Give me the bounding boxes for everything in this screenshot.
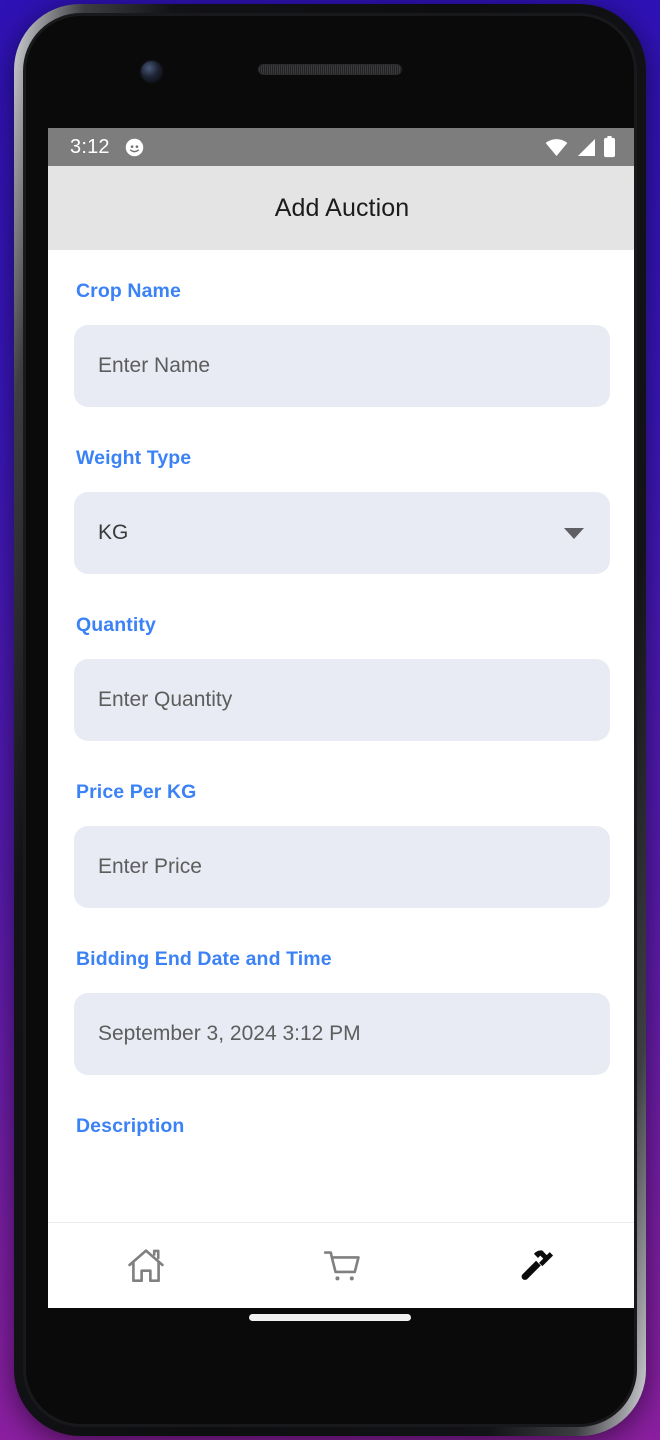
quantity-placeholder: Enter Quantity [98, 688, 233, 711]
price-input[interactable]: Enter Price [74, 826, 610, 908]
cat-face-icon [124, 137, 145, 158]
field-label-quantity: Quantity [76, 614, 156, 636]
nav-item-cart[interactable] [244, 1223, 440, 1308]
quantity-input[interactable]: Enter Quantity [74, 659, 610, 741]
weight-type-value: KG [98, 521, 129, 544]
app-screen: 3:12 Add Auction Crop Name Enter Name We… [48, 128, 634, 1308]
field-label-weight-type: Weight Type [76, 447, 192, 469]
wifi-icon [545, 138, 568, 157]
field-label-crop-name: Crop Name [76, 280, 181, 302]
auction-form: Crop Name Enter Name Weight Type KG Quan… [48, 250, 634, 1222]
nav-item-auction[interactable] [440, 1223, 634, 1308]
earpiece-speaker [258, 64, 402, 75]
front-camera-icon [141, 61, 162, 82]
phone-bezel: 3:12 Add Auction Crop Name Enter Name We… [23, 13, 637, 1427]
status-bar-left: 3:12 [70, 136, 145, 159]
chevron-down-icon[interactable] [564, 527, 584, 539]
battery-full-icon [603, 136, 616, 158]
crop-name-placeholder: Enter Name [98, 354, 211, 377]
bidding-end-datetime-value: September 3, 2024 3:12 PM [98, 1022, 361, 1045]
price-placeholder: Enter Price [98, 855, 202, 878]
field-label-description: Description [76, 1115, 185, 1137]
field-description: Description [74, 1115, 610, 1138]
shopping-cart-icon [321, 1245, 363, 1287]
home-icon [125, 1245, 167, 1287]
field-quantity: Quantity Enter Quantity [74, 614, 610, 741]
app-bar: Add Auction [48, 166, 634, 250]
crop-name-input[interactable]: Enter Name [74, 325, 610, 407]
field-price-per-kg: Price Per KG Enter Price [74, 781, 610, 908]
status-bar: 3:12 [48, 128, 634, 166]
home-indicator [249, 1314, 411, 1321]
field-bidding-end-datetime: Bidding End Date and Time September 3, 2… [74, 948, 610, 1075]
bidding-end-datetime-picker[interactable]: September 3, 2024 3:12 PM [74, 993, 610, 1075]
hammer-icon [517, 1245, 559, 1287]
field-weight-type: Weight Type KG [74, 447, 610, 574]
page-title: Add Auction [274, 193, 410, 222]
field-crop-name: Crop Name Enter Name [74, 280, 610, 407]
nav-item-home[interactable] [48, 1223, 244, 1308]
field-label-bidding-end-datetime: Bidding End Date and Time [76, 948, 332, 970]
status-bar-right [545, 136, 616, 158]
field-label-price-per-kg: Price Per KG [76, 781, 197, 803]
bottom-navigation-bar [48, 1222, 634, 1308]
weight-type-select[interactable]: KG [74, 492, 610, 574]
status-bar-clock: 3:12 [70, 135, 110, 158]
cellular-signal-icon [575, 138, 596, 157]
phone-device-frame: 3:12 Add Auction Crop Name Enter Name We… [14, 4, 646, 1436]
